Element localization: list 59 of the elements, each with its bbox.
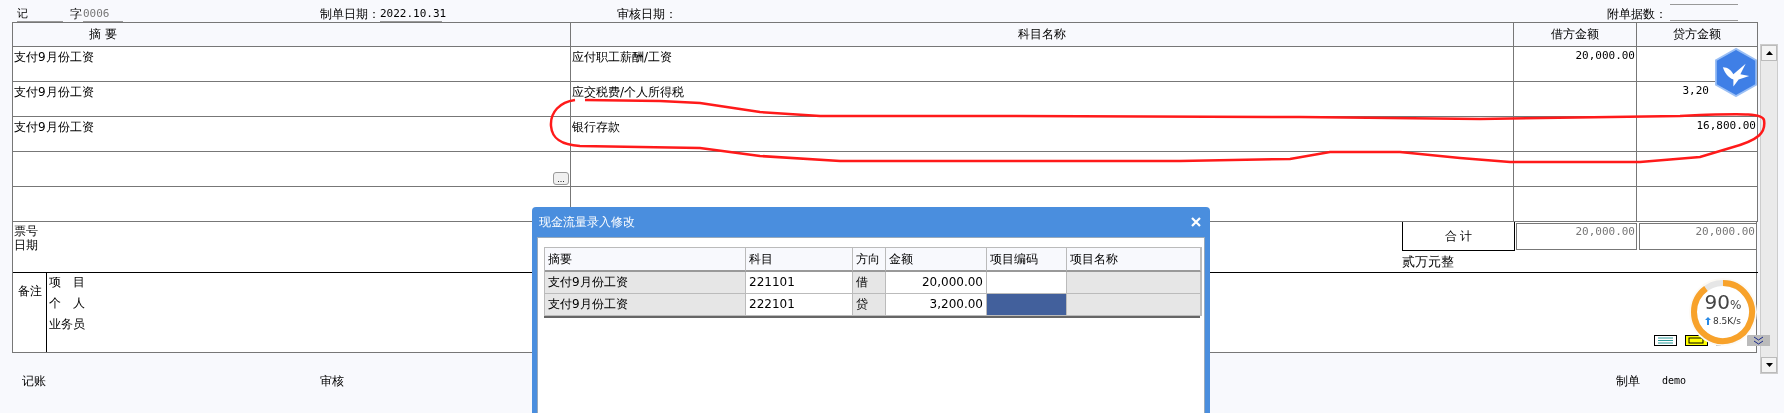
table-cell: 支付9月份工资 xyxy=(12,116,571,152)
bird-logo-icon[interactable] xyxy=(1714,48,1758,97)
remark-field-label: 业务员 xyxy=(49,317,85,331)
signature-label: 审核 xyxy=(320,373,344,389)
grid-cell: 贷 xyxy=(853,294,886,316)
ticket-label: 日期 xyxy=(14,238,38,252)
up-arrow-icon xyxy=(1705,317,1712,325)
table-cell: 支付9月份工资 xyxy=(12,46,571,82)
grid-cell[interactable]: 222101 xyxy=(746,294,853,316)
column-header: 项目编码 xyxy=(987,248,1067,272)
ticket-label: 票号 xyxy=(14,224,38,238)
grid-cell[interactable]: 3,200.00 xyxy=(886,294,987,316)
more-button[interactable]: ... xyxy=(553,172,569,185)
card-icon[interactable] xyxy=(1685,335,1708,346)
dialog-title: 现金流量录入修改 xyxy=(539,213,635,231)
table-cell: 应交税费/个人所得税 xyxy=(570,81,1514,117)
column-header: 摘 要 xyxy=(12,22,571,47)
signature-label: 制单 xyxy=(1616,373,1640,389)
remark-field-label: 个 人 xyxy=(49,296,85,310)
signature-value: demo xyxy=(1662,374,1687,388)
column-header: 科目名称 xyxy=(570,22,1514,47)
close-button[interactable] xyxy=(1189,215,1203,229)
grid-cell[interactable]: 221101 xyxy=(746,272,853,294)
credit-total: 20,000.00 xyxy=(1639,223,1757,250)
grid-cell[interactable]: 20,000.00 xyxy=(886,272,987,294)
number-label: 字 xyxy=(70,6,82,22)
signature-label: 记账 xyxy=(22,373,46,389)
column-header: 方向 xyxy=(853,248,886,272)
column-header: 摘要 xyxy=(545,248,746,272)
remark-field-label: 项 目 xyxy=(49,275,85,289)
upload-rate: 8.5K/s xyxy=(1705,316,1741,326)
table-cell: 16,800.00 xyxy=(1636,116,1758,152)
speed-percent: 90% xyxy=(1704,291,1742,316)
table-cell: 应付职工薪酬/工资 xyxy=(570,46,1514,82)
grid-cell: 支付9月份工资 xyxy=(545,294,746,316)
review-date-label: 审核日期： xyxy=(617,6,677,22)
debit-total: 20,000.00 xyxy=(1516,223,1637,250)
scroll-down-icon xyxy=(1765,363,1773,367)
scroll-up-icon xyxy=(1765,51,1773,55)
remarks-label: 备注 xyxy=(13,273,47,352)
table-cell: 20,000.00 xyxy=(1513,46,1637,82)
column-header: 借方金额 xyxy=(1513,22,1637,47)
column-header: 科目 xyxy=(746,248,853,272)
grid-cell: 借 xyxy=(853,272,886,294)
attachments-field[interactable] xyxy=(1670,4,1738,21)
grid-cell: 支付9月份工资 xyxy=(545,272,746,294)
column-header: 贷方金额 xyxy=(1636,22,1758,47)
grid-cell[interactable] xyxy=(987,272,1067,294)
column-header: 金额 xyxy=(886,248,987,272)
grid-cell[interactable] xyxy=(987,294,1067,316)
amount-in-words: 贰万元整 xyxy=(1402,251,1758,273)
table-cell: 支付9月份工资 xyxy=(12,81,571,117)
column-header: 项目名称 xyxy=(1067,248,1201,272)
list-icon[interactable] xyxy=(1654,335,1677,346)
scrollbar[interactable] xyxy=(1760,44,1778,374)
double-chevron-icon[interactable] xyxy=(1747,335,1770,346)
date-label: 制单日期： xyxy=(320,6,380,22)
total-label: 合 计 xyxy=(1402,222,1515,251)
attachments-label: 附单据数： xyxy=(1607,6,1667,22)
